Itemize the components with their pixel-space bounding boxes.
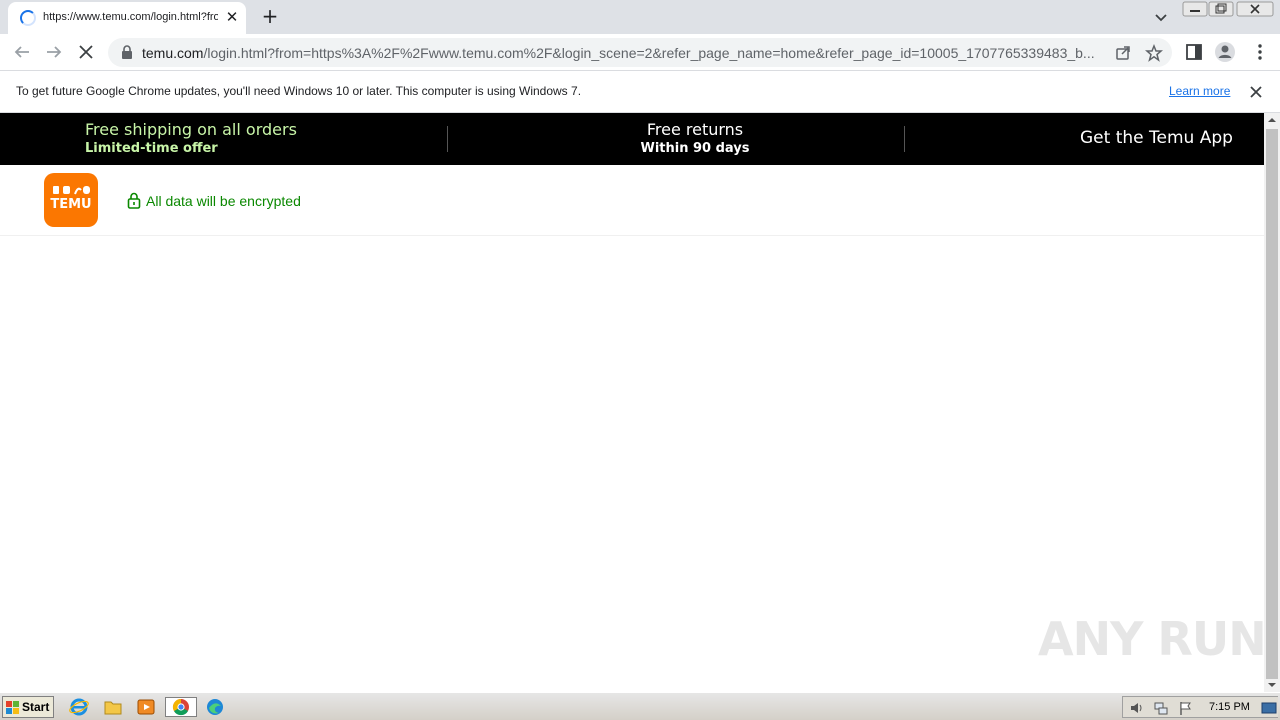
anyrun-watermark: ANY RUN [1038, 612, 1267, 666]
side-panel-icon [1186, 44, 1202, 60]
promo-banner: Free shipping on all orders Limited-time… [0, 113, 1264, 165]
infobar-message: To get future Google Chrome updates, you… [16, 84, 582, 98]
taskbar-media-player[interactable] [135, 697, 157, 717]
tab-close-icon[interactable]: ✕ [223, 8, 241, 26]
forward-button[interactable] [42, 40, 66, 64]
stop-icon [79, 45, 93, 59]
lock-icon [127, 192, 141, 209]
address-bar[interactable]: temu.com/login.html?from=https%3A%2F%2Fw… [108, 38, 1172, 67]
back-button[interactable] [10, 40, 34, 64]
scroll-down-icon[interactable] [1264, 678, 1280, 692]
promo-free-shipping[interactable]: Free shipping on all orders Limited-time… [85, 120, 297, 156]
promo-divider [904, 126, 905, 152]
windows-logo-icon [6, 701, 19, 714]
promo-free-returns[interactable]: Free returns Within 90 days [580, 120, 810, 156]
page-viewport: Free shipping on all orders Limited-time… [0, 113, 1264, 692]
profile-icon [1215, 42, 1235, 62]
action-center-flag-icon[interactable] [1177, 700, 1193, 716]
tab-temu-login[interactable]: https://www.temu.com/login.html?from=htt… [8, 2, 246, 34]
menu-button[interactable] [1248, 40, 1272, 64]
volume-icon[interactable] [1129, 700, 1145, 716]
internet-explorer-icon [69, 698, 89, 716]
tab-strip: https://www.temu.com/login.html?from=htt… [0, 0, 1280, 34]
start-button[interactable]: Start [2, 696, 54, 718]
taskbar-clock[interactable]: 7:15 PM [1209, 701, 1250, 713]
page-scrollbar[interactable] [1264, 113, 1280, 692]
stop-loading-button[interactable] [74, 40, 98, 64]
show-desktop-icon[interactable] [1261, 700, 1277, 716]
share-icon[interactable] [1114, 44, 1132, 62]
site-header: TEMU All data will be encrypted [0, 165, 1264, 236]
update-infobar: To get future Google Chrome updates, you… [0, 71, 1280, 113]
taskbar-internet-explorer[interactable] [68, 697, 90, 717]
logo-glyph-icon [53, 186, 90, 195]
chevron-down-icon [1155, 14, 1167, 22]
screen: https://www.temu.com/login.html?from=htt… [0, 0, 1280, 720]
close-icon [1236, 1, 1274, 17]
bookmark-star-icon[interactable] [1145, 44, 1163, 62]
profile-button[interactable] [1213, 40, 1237, 64]
arrow-left-icon [14, 46, 29, 58]
taskbar-file-explorer[interactable] [102, 697, 124, 717]
temu-logo[interactable]: TEMU [44, 173, 98, 227]
folder-icon [104, 701, 122, 715]
media-player-icon [137, 699, 155, 715]
loading-spinner-icon [20, 10, 36, 26]
edge-icon [207, 699, 223, 715]
restore-icon [1208, 1, 1234, 17]
tab-search-button[interactable] [1150, 6, 1172, 28]
network-icon[interactable] [1153, 700, 1169, 716]
more-vert-icon [1258, 44, 1262, 60]
taskbar-edge[interactable] [204, 697, 226, 717]
promo-divider [447, 126, 448, 152]
minimize-button[interactable] [1182, 1, 1208, 17]
get-app-link[interactable]: Get the Temu App [1080, 128, 1233, 148]
taskbar-chrome[interactable] [165, 697, 197, 717]
logo-wordmark: TEMU [50, 197, 92, 212]
arrow-right-icon [47, 46, 62, 58]
scroll-up-icon[interactable] [1264, 113, 1280, 127]
scrollbar-thumb[interactable] [1266, 129, 1278, 679]
tab-title: https://www.temu.com/login.html?from=htt… [43, 11, 218, 23]
minimize-icon [1182, 1, 1208, 17]
url-text: temu.com/login.html?from=https%3A%2F%2Fw… [142, 45, 1095, 61]
close-window-button[interactable] [1236, 1, 1274, 17]
restore-button[interactable] [1208, 1, 1234, 17]
browser-toolbar: temu.com/login.html?from=https%3A%2F%2Fw… [0, 34, 1280, 71]
side-panel-button[interactable] [1182, 40, 1206, 64]
learn-more-link[interactable]: Learn more [1169, 84, 1230, 98]
system-tray: 7:15 PM [1122, 696, 1278, 718]
lock-icon[interactable] [120, 45, 134, 60]
new-tab-button[interactable]: + [259, 6, 281, 28]
windows-taskbar: Start 7:15 PM [0, 692, 1280, 720]
chrome-icon [172, 698, 189, 716]
infobar-close-icon[interactable] [1247, 83, 1265, 101]
